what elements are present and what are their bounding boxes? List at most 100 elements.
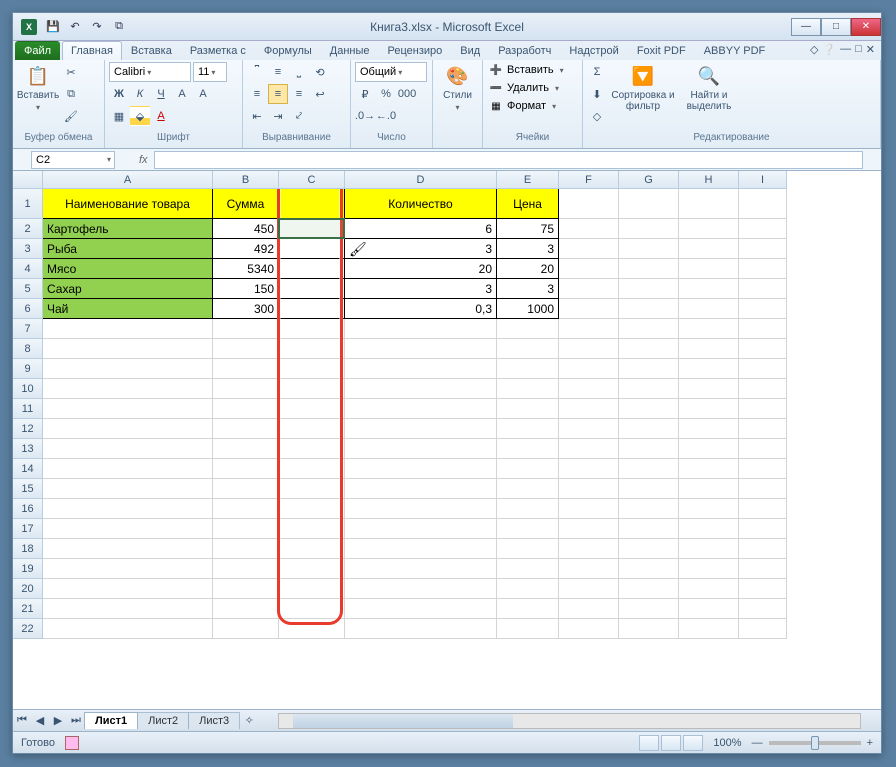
tab-formulas[interactable]: Формулы [255,41,321,60]
fill-button[interactable]: ⬇ [587,84,607,104]
cell-B5[interactable]: 150 [213,279,279,299]
cell-I20[interactable] [739,579,787,599]
name-box[interactable]: C2 [31,151,115,169]
col-header-C[interactable]: C [279,171,345,189]
indent-dec-button[interactable]: ⇤ [247,106,267,126]
cell-G3[interactable] [619,239,679,259]
tab-pagelayout[interactable]: Разметка с [181,41,255,60]
cell-C4[interactable] [279,259,345,279]
cell-I19[interactable] [739,559,787,579]
cell-B2[interactable]: 450 [213,219,279,239]
cell-I4[interactable] [739,259,787,279]
cell-B17[interactable] [213,519,279,539]
cell-G10[interactable] [619,379,679,399]
cell-I10[interactable] [739,379,787,399]
tab-abbyy[interactable]: ABBYY PDF [695,41,775,60]
cell-G18[interactable] [619,539,679,559]
cell-C19[interactable] [279,559,345,579]
sort-filter-button[interactable]: 🔽 Сортировка и фильтр [609,62,677,132]
cell-E11[interactable] [497,399,559,419]
cell-A20[interactable] [43,579,213,599]
cell-G2[interactable] [619,219,679,239]
cell-B13[interactable] [213,439,279,459]
cell-E4[interactable]: 20 [497,259,559,279]
cell-I12[interactable] [739,419,787,439]
paste-options-icon[interactable]: 🖌 [349,241,367,259]
cell-D12[interactable] [345,419,497,439]
cell-E6[interactable]: 1000 [497,299,559,319]
cell-C2[interactable] [279,219,345,239]
fx-icon[interactable]: fx [139,154,148,166]
cell-I7[interactable] [739,319,787,339]
col-header-B[interactable]: B [213,171,279,189]
cell-B6[interactable]: 300 [213,299,279,319]
cell-C22[interactable] [279,619,345,639]
cell-H19[interactable] [679,559,739,579]
cell-E3[interactable]: 3 [497,239,559,259]
cut-button[interactable]: ✂ [61,62,81,82]
cell-E21[interactable] [497,599,559,619]
cell-H14[interactable] [679,459,739,479]
cell-D3[interactable]: 3 [345,239,497,259]
cell-I5[interactable] [739,279,787,299]
row-header-7[interactable]: 7 [13,319,43,339]
tab-review[interactable]: Рецензиро [379,41,452,60]
cell-E7[interactable] [497,319,559,339]
row-header-1[interactable]: 1 [13,189,43,219]
qat-save[interactable]: 💾 [45,19,61,35]
cell-A16[interactable] [43,499,213,519]
underline-button[interactable]: Ч [151,84,171,104]
cell-H17[interactable] [679,519,739,539]
row-header-3[interactable]: 3 [13,239,43,259]
cell-D1[interactable]: Количество [345,189,497,219]
cells-format-button[interactable]: ▦Формат▾ [487,98,577,114]
cell-F15[interactable] [559,479,619,499]
cell-B15[interactable] [213,479,279,499]
cell-F14[interactable] [559,459,619,479]
cell-B12[interactable] [213,419,279,439]
horizontal-scrollbar[interactable] [278,713,861,729]
cell-A2[interactable]: Картофель [43,219,213,239]
cell-B10[interactable] [213,379,279,399]
col-header-F[interactable]: F [559,171,619,189]
cell-A9[interactable] [43,359,213,379]
cell-H7[interactable] [679,319,739,339]
row-header-6[interactable]: 6 [13,299,43,319]
bold-button[interactable]: Ж [109,84,129,104]
sheet-nav-prev[interactable]: ◀ [31,712,49,730]
cell-I16[interactable] [739,499,787,519]
row-header-18[interactable]: 18 [13,539,43,559]
cell-H5[interactable] [679,279,739,299]
row-header-20[interactable]: 20 [13,579,43,599]
tab-insert[interactable]: Вставка [122,41,181,60]
cell-A11[interactable] [43,399,213,419]
view-normal-button[interactable] [639,735,659,751]
font-shrink-button[interactable]: A [193,84,213,104]
cell-E12[interactable] [497,419,559,439]
cell-B1[interactable]: Сумма [213,189,279,219]
cell-H18[interactable] [679,539,739,559]
ribbon-min-icon[interactable]: ◇ [810,43,818,58]
row-header-21[interactable]: 21 [13,599,43,619]
cell-B7[interactable] [213,319,279,339]
cell-G14[interactable] [619,459,679,479]
align-bot-button[interactable]: ⎵ [289,62,309,82]
cell-I3[interactable] [739,239,787,259]
tab-developer[interactable]: Разработч [489,41,560,60]
fill-color-button[interactable]: ⬙ [130,106,150,126]
cell-F7[interactable] [559,319,619,339]
zoom-in-button[interactable]: + [867,737,873,749]
cell-C7[interactable] [279,319,345,339]
cell-I18[interactable] [739,539,787,559]
cell-G9[interactable] [619,359,679,379]
cell-A15[interactable] [43,479,213,499]
cell-A4[interactable]: Мясо [43,259,213,279]
macro-icon[interactable] [65,736,79,750]
cell-I15[interactable] [739,479,787,499]
cell-C18[interactable] [279,539,345,559]
cell-C9[interactable] [279,359,345,379]
cell-A19[interactable] [43,559,213,579]
cell-C20[interactable] [279,579,345,599]
cell-D18[interactable] [345,539,497,559]
cell-A14[interactable] [43,459,213,479]
